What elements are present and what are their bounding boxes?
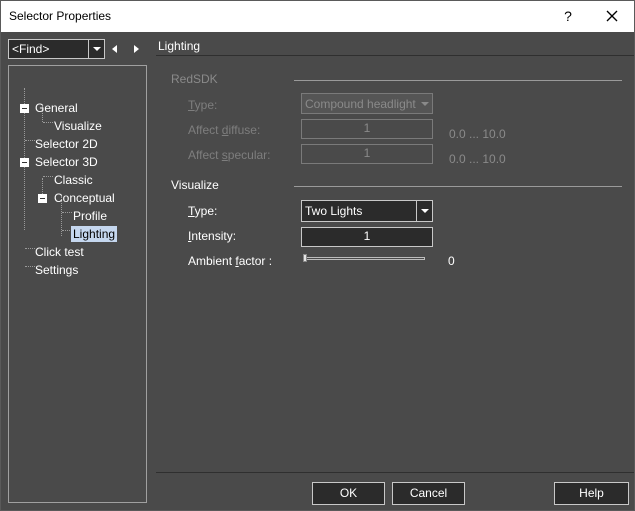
find-combobox[interactable]: <Find> xyxy=(8,39,105,59)
tree-connector xyxy=(25,266,35,267)
intensity-label: Intensity: xyxy=(188,229,237,243)
affect-specular-label: Affect specular: xyxy=(188,148,271,162)
tree-connector xyxy=(43,122,53,123)
help-title-button[interactable]: ? xyxy=(549,1,587,32)
intensity-input[interactable]: 1 xyxy=(301,227,433,247)
find-value: <Find> xyxy=(12,42,50,56)
category-tree[interactable]: General Visualize Selector 2D Selector 3… xyxy=(8,65,147,503)
title-bar: Selector Properties ? xyxy=(1,1,634,32)
redsdk-type-dropdown[interactable] xyxy=(419,95,431,112)
tree-item-visualize[interactable]: Visualize xyxy=(54,118,102,134)
visualize-type-label: Type: xyxy=(188,204,218,218)
affect-specular-range: 0.0 ... 10.0 xyxy=(449,152,506,166)
ambient-factor-label: Ambient factor : xyxy=(188,254,273,268)
ambient-factor-value: 0 xyxy=(448,254,455,268)
visualize-group-label: Visualize xyxy=(171,178,219,192)
redsdk-type-combobox[interactable]: Compound headlight xyxy=(301,93,433,114)
visualize-group-rule xyxy=(294,186,622,187)
window-title: Selector Properties xyxy=(9,9,112,23)
affect-diffuse-label: Affect diffuse: xyxy=(188,123,261,137)
visualize-type-combobox[interactable]: Two Lights xyxy=(301,200,433,222)
previous-button[interactable] xyxy=(105,39,125,59)
help-button[interactable]: Help xyxy=(554,482,629,505)
visualize-type-dropdown[interactable] xyxy=(416,201,432,221)
tree-item-conceptual[interactable]: Conceptual xyxy=(54,190,115,206)
tree-connector xyxy=(25,140,35,141)
tree-item-classic[interactable]: Classic xyxy=(54,172,93,188)
ambient-factor-slider[interactable] xyxy=(303,257,425,260)
arrow-right-icon xyxy=(134,45,139,53)
arrow-left-icon xyxy=(112,45,117,53)
dialog-client: <Find> General Visualize Selector 2D Sel… xyxy=(1,32,634,510)
tree-item-selector-3d[interactable]: Selector 3D xyxy=(35,154,98,170)
close-icon xyxy=(606,10,618,22)
tree-item-selector-2d[interactable]: Selector 2D xyxy=(35,136,98,152)
tree-item-general[interactable]: General xyxy=(35,100,78,116)
tree-item-profile[interactable]: Profile xyxy=(73,208,107,224)
redsdk-group-label: RedSDK xyxy=(171,72,218,86)
close-button[interactable] xyxy=(591,1,633,32)
redsdk-type-value: Compound headlight xyxy=(305,97,416,111)
visualize-type-value: Two Lights xyxy=(305,204,363,218)
collapse-icon[interactable] xyxy=(38,194,47,203)
tree-item-click-test[interactable]: Click test xyxy=(35,244,84,260)
find-dropdown-button[interactable] xyxy=(88,40,104,58)
affect-diffuse-input[interactable]: 1 xyxy=(301,119,433,139)
ok-button[interactable]: OK xyxy=(312,482,385,505)
chevron-down-icon xyxy=(421,209,429,213)
page-title: Lighting xyxy=(158,39,201,53)
header-divider xyxy=(156,55,634,56)
tree-item-settings[interactable]: Settings xyxy=(35,262,78,278)
next-button[interactable] xyxy=(126,39,146,59)
tree-connector xyxy=(25,248,35,249)
cancel-button[interactable]: Cancel xyxy=(392,482,465,505)
tree-connector xyxy=(62,212,72,213)
collapse-icon[interactable] xyxy=(20,158,29,167)
redsdk-group-rule xyxy=(294,80,622,81)
chevron-down-icon xyxy=(93,47,101,51)
redsdk-type-label: Type: xyxy=(188,98,218,112)
tree-connector xyxy=(43,176,53,177)
ambient-factor-slider-thumb[interactable] xyxy=(303,254,307,262)
footer-divider xyxy=(156,472,634,473)
chevron-down-icon xyxy=(421,102,429,106)
tree-item-lighting[interactable]: Lighting xyxy=(71,226,118,242)
collapse-icon[interactable] xyxy=(20,104,29,113)
affect-specular-input[interactable]: 1 xyxy=(301,144,433,164)
affect-diffuse-range: 0.0 ... 10.0 xyxy=(449,127,506,141)
selector-properties-window: Selector Properties ? <Find> General Vis… xyxy=(0,0,635,511)
